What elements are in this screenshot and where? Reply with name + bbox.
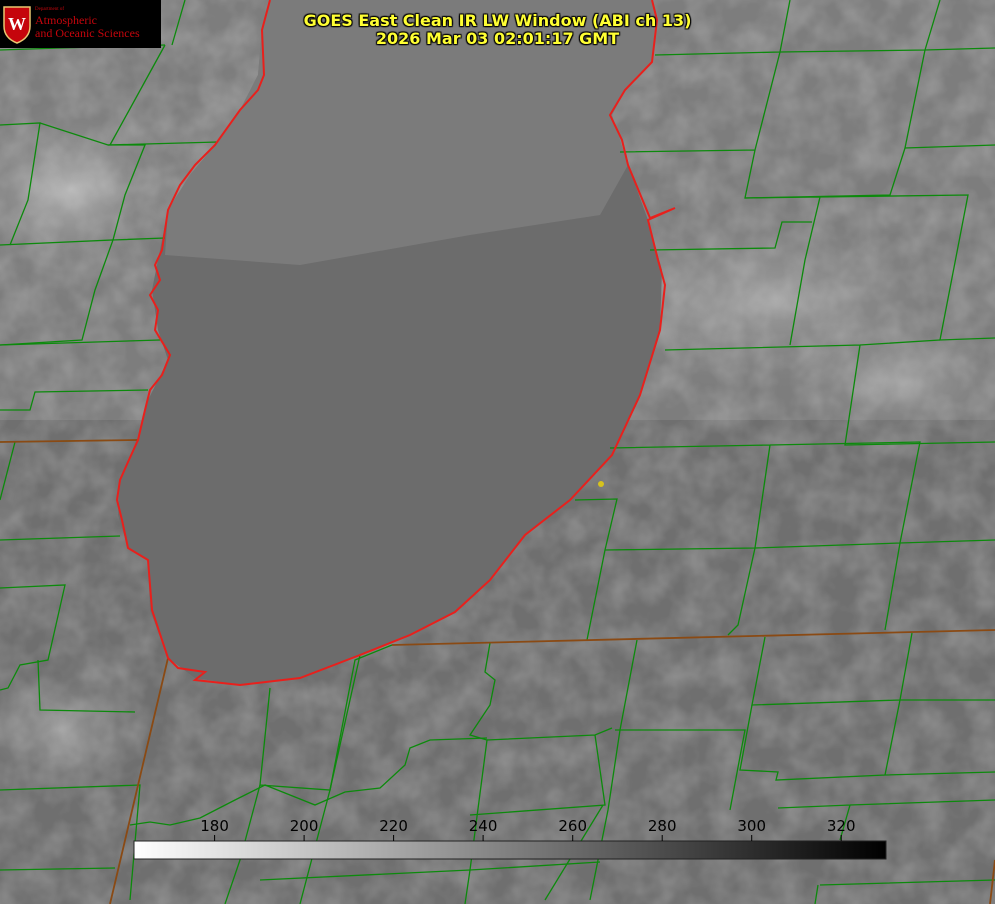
logo-line-2: and Oceanic Sciences [35,26,140,40]
colorbar-tick-label: 200 [290,817,319,835]
colorbar-tick-label: 320 [827,817,856,835]
colorbar-tick-label: 220 [379,817,408,835]
aos-logo: W Department of Atmospheric and Oceanic … [0,0,161,48]
colorbar-gradient [133,840,887,860]
station-marker [598,481,604,487]
colorbar-tick-label: 240 [469,817,498,835]
colorbar-tick-label: 180 [200,817,229,835]
title-line-1: GOES East Clean IR LW Window (ABI ch 13) [303,11,692,30]
colorbar-tick-label: 280 [648,817,677,835]
map-title: GOES East Clean IR LW Window (ABI ch 13)… [290,12,705,48]
title-line-2: 2026 Mar 03 02:01:17 GMT [375,29,620,48]
uw-crest-icon: W [3,6,31,44]
logo-department: Department of [35,7,65,12]
colorbar-tick-label: 300 [737,817,766,835]
ir-satellite-map: 180 200 220 240 260 280 300 320 [0,0,995,904]
crest-letter: W [8,14,26,34]
colorbar-tick-label: 260 [558,817,587,835]
